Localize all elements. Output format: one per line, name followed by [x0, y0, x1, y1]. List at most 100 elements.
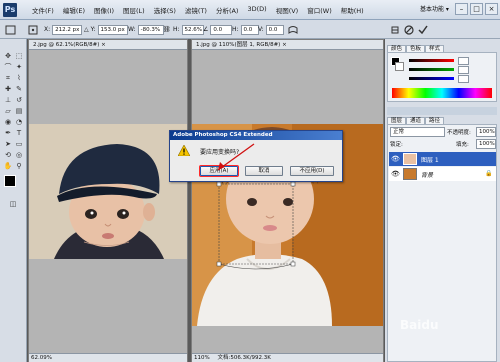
menu-3d[interactable]: 3D(D): [247, 5, 266, 15]
magic-wand-icon[interactable]: ✦: [14, 62, 24, 72]
close-icon[interactable]: ×: [485, 3, 498, 15]
gradient-icon[interactable]: ▤: [14, 106, 24, 116]
document-window-left: 2.jpg @ 62.1%(RGB/8#) × 62.09%: [28, 39, 188, 362]
y-position-field[interactable]: 153.0 px: [97, 24, 128, 35]
menu-edit[interactable]: 编辑(E): [63, 5, 85, 15]
menu-items: 文件(F) 编辑(E) 图像(I) 图层(L) 选择(S) 滤镜(T) 分析(A…: [32, 5, 364, 15]
h-skew-field[interactable]: 0.0: [240, 24, 259, 35]
move-tool-icon[interactable]: ✥: [3, 51, 13, 61]
layer-row[interactable]: 👁 背景 🔒: [389, 167, 496, 181]
menu-help[interactable]: 帮助(H): [341, 5, 364, 15]
doc-tab-right[interactable]: 1.jpg @ 110%(图层 1, RGB/8#) ×: [192, 40, 383, 50]
x-position-field[interactable]: 212.2 px: [52, 24, 83, 35]
lock-label: 锁定:: [390, 142, 403, 148]
red-slider[interactable]: [409, 59, 454, 62]
layer-thumbnail: [403, 153, 417, 165]
dont-apply-button[interactable]: 不应用(D): [290, 166, 334, 176]
foreground-color-swatch[interactable]: [4, 175, 16, 187]
document-window-right: 1.jpg @ 110%(图层 1, RGB/8#) × 110% 文档:506…: [191, 39, 384, 362]
menu-analysis[interactable]: 分析(A): [216, 5, 239, 15]
y-label: Y:: [90, 26, 96, 33]
cancel-icon[interactable]: [404, 24, 414, 35]
brush-tool-icon[interactable]: ✎: [14, 84, 24, 94]
shape-tool-icon[interactable]: ▭: [14, 139, 24, 149]
zoom-tool-icon[interactable]: ⚲: [14, 161, 24, 171]
w-label: W:: [128, 26, 136, 33]
blue-value-field[interactable]: [458, 75, 469, 83]
x-label: X:: [44, 26, 51, 33]
workspace-switcher[interactable]: 基本功能 ▾: [420, 4, 449, 13]
baby-photo-left: [29, 124, 187, 259]
type-tool-icon[interactable]: T: [14, 128, 24, 138]
blue-slider[interactable]: [409, 77, 454, 80]
vskew-label: V:: [258, 26, 264, 33]
menu-filter[interactable]: 滤镜(T): [185, 5, 207, 15]
eye-icon[interactable]: 👁: [391, 155, 400, 163]
clone-stamp-icon[interactable]: ⊥: [3, 95, 13, 105]
path-select-icon[interactable]: ➤: [3, 139, 13, 149]
annotation-arrow: [217, 143, 255, 171]
width-field[interactable]: -80.3%: [137, 24, 164, 35]
rotation-field[interactable]: 0.0: [210, 24, 233, 35]
3d-orbit-icon[interactable]: ◎: [14, 150, 24, 160]
doc-size-info: 文档:506.3K/992.3K: [217, 355, 271, 361]
hskew-label: H:: [232, 26, 239, 33]
h-label: H:: [173, 26, 180, 33]
zoom-level-left[interactable]: 62.09%: [31, 355, 52, 361]
menu-file[interactable]: 文件(F): [32, 5, 54, 15]
color-bg-swatch[interactable]: [395, 62, 404, 71]
3d-rotate-icon[interactable]: ⟲: [3, 150, 13, 160]
toolbox: ✥ ⬚ ⌒ ✦ ⌗ ⌇ ✚ ✎ ⊥ ↺ ▱ ▤ ◉ ◔ ✒ T ➤ ▭ ⟲ ◎ …: [0, 39, 27, 362]
eye-icon[interactable]: 👁: [391, 170, 400, 178]
menu-window[interactable]: 窗口(W): [307, 5, 332, 15]
warp-icon[interactable]: [390, 24, 400, 35]
options-bar: X: 212.2 px △ Y: 153.0 px W: -80.3% ⛓ H:…: [0, 20, 500, 39]
transform-tool-icon[interactable]: [4, 24, 18, 35]
green-value-field[interactable]: [458, 66, 469, 74]
warp-mode-icon[interactable]: [288, 24, 298, 35]
blur-tool-icon[interactable]: ◉: [3, 117, 13, 127]
adjust-panel-strip: [387, 107, 497, 115]
menu-view[interactable]: 视图(V): [276, 5, 299, 15]
menu-image[interactable]: 图像(I): [94, 5, 114, 15]
menu-layer[interactable]: 图层(L): [123, 5, 145, 15]
angle-icon: ∠: [203, 26, 209, 33]
v-skew-field[interactable]: 0.0: [265, 24, 284, 35]
menu-select[interactable]: 选择(S): [154, 5, 176, 15]
checkmark-icon[interactable]: [418, 24, 428, 35]
zoom-level-right[interactable]: 110%: [194, 355, 210, 361]
opacity-field[interactable]: 100%: [476, 127, 496, 137]
red-value-field[interactable]: [458, 57, 469, 65]
lasso-tool-icon[interactable]: ⌒: [3, 62, 13, 72]
fill-field[interactable]: 100%: [476, 139, 496, 149]
right-panels: 颜色 色板 样式 图层 通道 路径 正常 不透明度: 100% 锁定: 填充: 100%…: [385, 39, 500, 362]
warning-icon: [177, 144, 191, 158]
eraser-icon[interactable]: ▱: [3, 106, 13, 116]
color-panel: [387, 52, 497, 102]
marquee-tool-icon[interactable]: ⬚: [14, 51, 24, 61]
layer-row[interactable]: 👁 图层 1: [389, 152, 496, 166]
color-spectrum[interactable]: [392, 88, 492, 98]
height-field[interactable]: 52.6%: [181, 24, 204, 35]
layer-name[interactable]: 背景: [421, 170, 433, 179]
healing-brush-icon[interactable]: ✚: [3, 84, 13, 94]
blend-mode-select[interactable]: 正常: [390, 127, 445, 137]
delta-icon: △: [84, 26, 89, 33]
hand-tool-icon[interactable]: ✋: [3, 161, 13, 171]
photoshop-logo: Ps: [3, 3, 17, 17]
dodge-tool-icon[interactable]: ◔: [14, 117, 24, 127]
crop-tool-icon[interactable]: ⌗: [3, 73, 13, 83]
menu-bar: Ps 文件(F) 编辑(E) 图像(I) 图层(L) 选择(S) 滤镜(T) 分…: [0, 0, 500, 20]
maximize-icon[interactable]: □: [470, 3, 483, 15]
doc-tab-left[interactable]: 2.jpg @ 62.1%(RGB/8#) ×: [29, 40, 187, 50]
history-brush-icon[interactable]: ↺: [14, 95, 24, 105]
pen-tool-icon[interactable]: ✒: [3, 128, 13, 138]
green-slider[interactable]: [409, 68, 454, 71]
eyedropper-icon[interactable]: ⌇: [14, 73, 24, 83]
dialog-title: Adobe Photoshop CS4 Extended: [170, 131, 342, 140]
quick-mask-icon[interactable]: ◫: [8, 199, 18, 209]
link-icon[interactable]: ⛓: [163, 24, 171, 35]
minimize-icon[interactable]: –: [455, 3, 468, 15]
reference-point-icon[interactable]: [28, 24, 38, 35]
layer-name[interactable]: 图层 1: [421, 155, 439, 164]
